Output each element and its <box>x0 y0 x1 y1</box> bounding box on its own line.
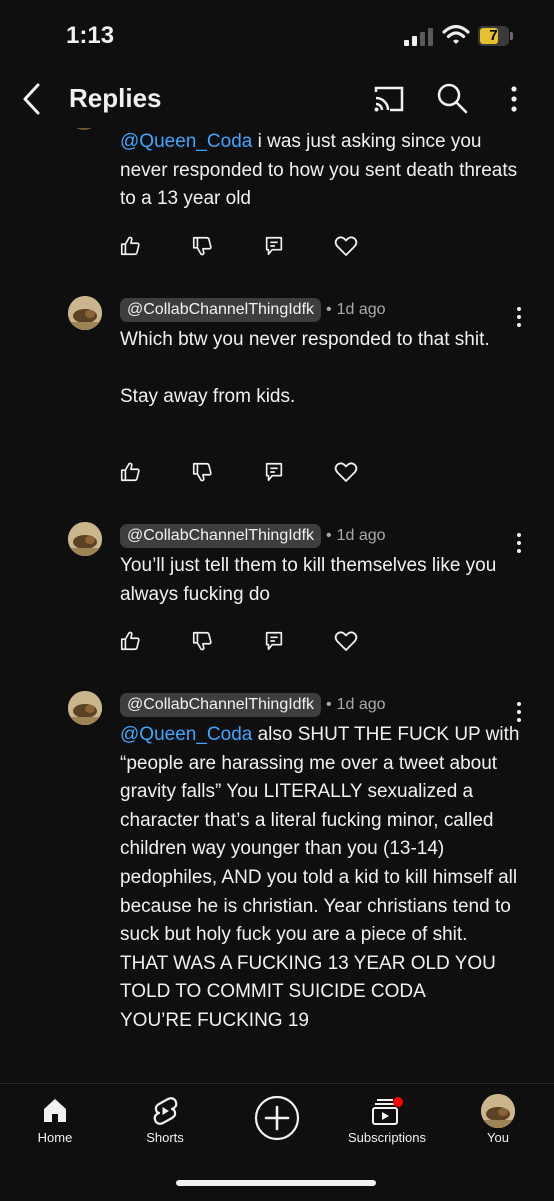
more-icon[interactable] <box>500 82 528 116</box>
create-icon <box>254 1095 300 1141</box>
comment-text: @Queen_Coda also SHUT THE FUCK UP with “… <box>120 724 520 1031</box>
comment-actions <box>110 452 390 492</box>
cast-icon[interactable] <box>372 84 406 114</box>
nav-label: You <box>487 1130 509 1145</box>
nav-label: Subscriptions <box>347 1130 427 1145</box>
like-button[interactable] <box>110 226 150 266</box>
author-handle[interactable]: @CollabChannelThingIdfk <box>120 298 322 322</box>
comment-meta: @CollabChannelThingIdfk • 1d ago <box>120 692 386 718</box>
page-title: Replies <box>69 83 162 113</box>
home-icon <box>44 1099 66 1122</box>
cellular-signal-icon <box>404 28 433 46</box>
timestamp: 1d ago <box>336 696 386 713</box>
heart-icon <box>334 462 358 482</box>
heart-button[interactable] <box>326 621 366 661</box>
status-time: 1:13 <box>66 22 115 49</box>
nav-subscriptions[interactable]: Subscriptions <box>332 1094 442 1154</box>
home-indicator[interactable] <box>176 1180 376 1186</box>
header: Replies <box>0 70 554 128</box>
author-handle[interactable]: @CollabChannelThingIdfk <box>120 693 322 717</box>
separator-dot: • <box>326 527 332 544</box>
thumbs-up-icon <box>120 631 140 651</box>
thumbs-up-icon <box>120 236 140 256</box>
battery-indicator: 7 <box>478 26 514 46</box>
avatar[interactable] <box>68 522 102 556</box>
reply-button[interactable] <box>254 452 294 492</box>
nav-label: Shorts <box>146 1130 184 1145</box>
author-handle[interactable]: @CollabChannelThingIdfk <box>120 524 322 548</box>
reply-button[interactable] <box>254 226 294 266</box>
thumbs-down-icon <box>192 462 212 482</box>
avatar[interactable] <box>68 691 102 725</box>
status-bar: 1:13 7 <box>0 0 554 70</box>
timestamp: 1d ago <box>336 527 386 544</box>
battery-level: 7 <box>489 27 498 44</box>
comment-actions <box>110 621 390 661</box>
reply-icon <box>265 236 283 256</box>
mention-link[interactable]: @Queen_Coda <box>120 724 252 745</box>
heart-icon <box>334 236 358 256</box>
comment-meta: @CollabChannelThingIdfk • 1d ago <box>120 523 386 549</box>
comment-meta: @CollabChannelThingIdfk • 1d ago <box>120 297 386 323</box>
like-button[interactable] <box>110 452 150 492</box>
separator-dot: • <box>326 696 332 713</box>
comment-text: You’ll just tell them to kill themselves… <box>120 555 497 605</box>
search-icon[interactable] <box>436 82 468 114</box>
back-icon[interactable] <box>18 82 48 116</box>
avatar[interactable] <box>68 128 100 130</box>
replies-list[interactable]: @Queen_Coda i was just asking since you … <box>0 128 554 1083</box>
heart-button[interactable] <box>326 226 366 266</box>
thumbs-down-icon <box>192 631 212 651</box>
like-button[interactable] <box>110 621 150 661</box>
reply-button[interactable] <box>254 621 294 661</box>
wifi-icon <box>442 24 470 44</box>
heart-button[interactable] <box>326 452 366 492</box>
nav-create[interactable] <box>222 1094 332 1154</box>
reply-icon <box>265 462 283 482</box>
nav-shorts[interactable]: Shorts <box>110 1094 220 1154</box>
comment-actions <box>110 226 390 266</box>
timestamp: 1d ago <box>336 301 386 318</box>
dislike-button[interactable] <box>182 226 222 266</box>
avatar[interactable] <box>68 296 102 330</box>
heart-icon <box>334 631 358 651</box>
dislike-button[interactable] <box>182 452 222 492</box>
mention-link[interactable]: @Queen_Coda <box>120 131 252 152</box>
comment-text: @Queen_Coda i was just asking since you … <box>120 131 518 210</box>
separator-dot: • <box>326 301 332 318</box>
nav-you[interactable]: You <box>443 1094 553 1154</box>
avatar <box>481 1094 515 1128</box>
nav-label: Home <box>37 1130 73 1145</box>
thumbs-down-icon <box>192 236 212 256</box>
nav-home[interactable]: Home <box>0 1094 110 1154</box>
reply-icon <box>265 631 283 651</box>
shorts-icon <box>153 1097 178 1125</box>
subscriptions-icon <box>372 1097 403 1125</box>
thumbs-up-icon <box>120 462 140 482</box>
dislike-button[interactable] <box>182 621 222 661</box>
comment-text: Which btw you never responded to that sh… <box>120 329 490 408</box>
